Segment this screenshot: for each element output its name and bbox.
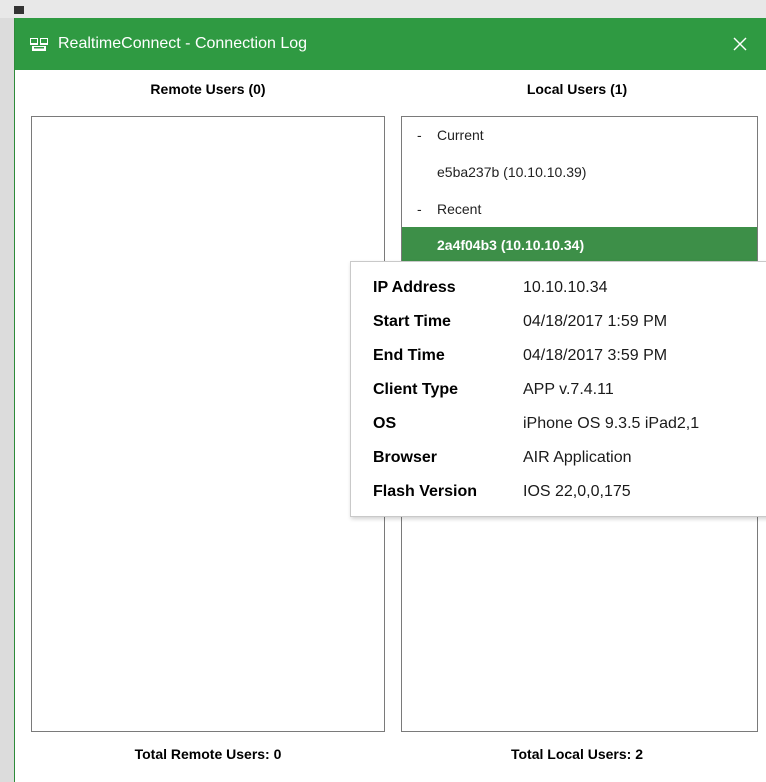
tooltip-value: APP v.7.4.11 — [523, 381, 614, 398]
list-item-user-selected[interactable]: 2a4f04b3 (10.10.10.34) — [402, 227, 757, 263]
tooltip-value: 10.10.10.34 — [523, 279, 608, 296]
tooltip-row-flash-version: Flash Version IOS 22,0,0,175 — [373, 478, 631, 506]
group-label-current: Current — [437, 127, 484, 143]
tooltip-label: IP Address — [373, 279, 456, 296]
local-users-header: Local Users (1) — [526, 81, 628, 97]
tooltip-value: 04/18/2017 3:59 PM — [523, 347, 668, 364]
tooltip-value: IOS 22,0,0,175 — [523, 483, 631, 500]
tooltip-row-start-time: Start Time 04/18/2017 1:59 PM — [373, 308, 667, 336]
user-label: e5ba237b (10.10.10.39) — [437, 164, 587, 180]
remote-users-total: Total Remote Users: 0 — [134, 746, 282, 762]
tooltip-row-os: OS iPhone OS 9.3.5 iPad2,1 — [373, 410, 699, 438]
tooltip-value: AIR Application — [523, 449, 632, 466]
local-users-total: Total Local Users: 2 — [510, 746, 643, 762]
background-app-icon — [14, 6, 24, 14]
group-label-recent: Recent — [437, 201, 482, 217]
tooltip-value: iPhone OS 9.3.5 iPad2,1 — [523, 415, 700, 432]
tooltip-value: 04/18/2017 1:59 PM — [523, 313, 668, 330]
tooltip-row-client-type: Client Type APP v.7.4.11 — [373, 376, 614, 404]
connection-log-window: RealtimeConnect - Connection Log Remote … — [14, 18, 766, 782]
collapse-toggle[interactable]: - — [417, 117, 422, 153]
remote-users-header: Remote Users (0) — [150, 81, 266, 97]
title-bar[interactable]: RealtimeConnect - Connection Log — [15, 18, 766, 70]
list-item-user[interactable]: e5ba237b (10.10.10.39) — [402, 154, 757, 190]
background-window-strip — [0, 0, 766, 18]
tree-group-current[interactable]: - Current — [402, 117, 757, 153]
tooltip-label: Flash Version — [373, 483, 478, 500]
tooltip-row-browser: Browser AIR Application — [373, 444, 632, 472]
tree-group-recent[interactable]: - Recent — [402, 191, 757, 227]
tooltip-label: Start Time — [373, 313, 451, 330]
tooltip-label: OS — [373, 415, 397, 432]
close-icon — [733, 37, 747, 51]
window-title: RealtimeConnect - Connection Log — [58, 35, 308, 52]
tooltip-label: Client Type — [373, 381, 459, 398]
tooltip-row-ip: IP Address 10.10.10.34 — [373, 274, 608, 302]
user-details-tooltip: IP Address 10.10.10.34 Start Time 04/18/20… — [350, 261, 766, 517]
user-label: 2a4f04b3 (10.10.10.34) — [437, 237, 585, 253]
realtimeconnect-app-icon — [30, 38, 48, 51]
close-button[interactable] — [714, 18, 766, 70]
tooltip-label: End Time — [373, 347, 445, 364]
tooltip-label: Browser — [373, 449, 438, 466]
remote-users-list[interactable] — [31, 116, 385, 732]
collapse-toggle[interactable]: - — [417, 191, 422, 227]
tooltip-row-end-time: End Time 04/18/2017 3:59 PM — [373, 342, 667, 370]
